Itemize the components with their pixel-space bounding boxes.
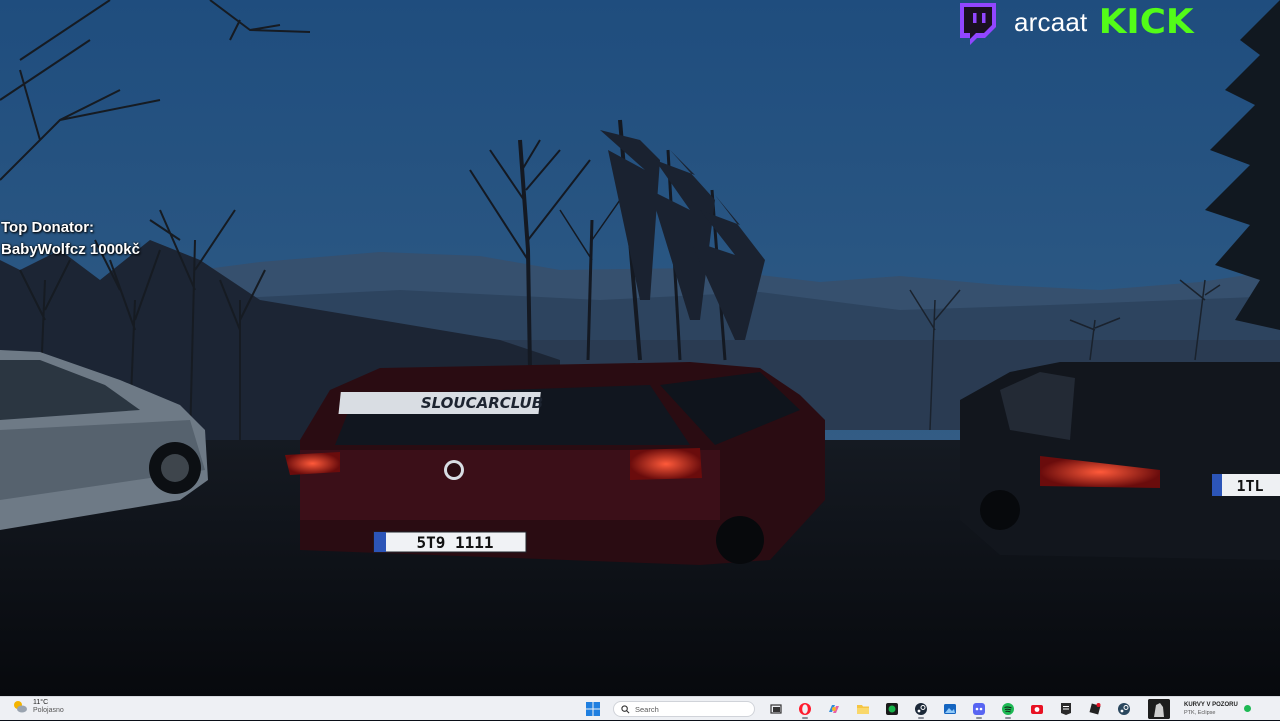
spotify-button[interactable] (998, 699, 1018, 719)
spotify-icon (1001, 703, 1014, 715)
now-playing-title: KURVY V POZORU (1184, 702, 1238, 708)
album-art-thumbnail (1148, 699, 1170, 719)
search-icon (621, 704, 630, 713)
spotify-status-dot (1244, 705, 1251, 712)
album-art-icon (1148, 699, 1170, 719)
discord-icon (972, 703, 985, 715)
windshield-sticker: SLOUCARCLUB (421, 394, 543, 412)
stream-branding: arcaat KICK (952, 0, 1202, 48)
top-donator-panel: Top Donator: BabyWolfcz 1000kč (1, 217, 140, 261)
search-input[interactable] (635, 704, 745, 714)
camera-button[interactable] (1027, 699, 1047, 719)
file-explorer-icon (856, 705, 869, 714)
task-view-icon (769, 704, 782, 714)
task-view-button[interactable] (766, 699, 786, 719)
roblox-icon (1088, 703, 1101, 715)
channel-name: arcaat (1014, 6, 1088, 37)
opera-button[interactable] (795, 699, 815, 719)
file-explorer-button[interactable] (853, 699, 873, 719)
twitch-icon (960, 3, 996, 45)
steam-alt-button[interactable] (1114, 699, 1134, 719)
photos-button[interactable] (940, 699, 960, 719)
windows-start-icon (585, 702, 600, 716)
now-playing-widget[interactable]: KURVY V POZORU PTK, Eclipse (1148, 697, 1238, 721)
discord-button[interactable] (969, 699, 989, 719)
top-donator-value: BabyWolfcz 1000kč (1, 241, 140, 258)
steam-icon (914, 703, 927, 715)
weather-widget[interactable]: 11°C Polojasno (12, 699, 64, 715)
running-indicator (917, 717, 924, 719)
kick-logo: KICK (1099, 2, 1195, 42)
now-playing-artist: PTK, Eclipse (1184, 710, 1216, 716)
weather-temperature: 11°C (33, 699, 49, 706)
desktop-wallpaper: SLOUCARCLUB 5T9 1111 1TL (0, 0, 1280, 696)
weather-description: Polojasno (33, 707, 64, 714)
camera-icon (1030, 705, 1043, 714)
steam-alt-icon (1117, 703, 1130, 715)
partly-cloudy-icon (14, 701, 27, 713)
taskbar-pinned-apps (578, 697, 1138, 721)
xbox-icon (885, 703, 898, 715)
copilot-icon (828, 705, 839, 713)
epic-games-icon (1060, 703, 1071, 715)
taskbar-search-box[interactable] (613, 701, 755, 717)
roblox-button[interactable] (1085, 699, 1105, 719)
license-plate-right: 1TL (1236, 477, 1263, 495)
copilot-button[interactable] (824, 699, 844, 719)
running-indicator (1004, 717, 1011, 719)
start-button[interactable] (583, 699, 603, 719)
running-indicator (801, 717, 808, 719)
xbox-button[interactable] (882, 699, 902, 719)
license-plate-center: 5T9 1111 (416, 533, 493, 552)
running-indicator (975, 717, 982, 719)
top-donator-heading: Top Donator: (1, 219, 95, 236)
epic-games-button[interactable] (1056, 699, 1076, 719)
wallpaper-scene: SLOUCARCLUB 5T9 1111 1TL (0, 0, 1280, 696)
photos-icon (943, 704, 956, 714)
taskbar: 11°C Polojasno Search KURVY V POZORU PTK… (0, 696, 1280, 720)
steam-button[interactable] (911, 699, 931, 719)
opera-icon (798, 703, 811, 715)
